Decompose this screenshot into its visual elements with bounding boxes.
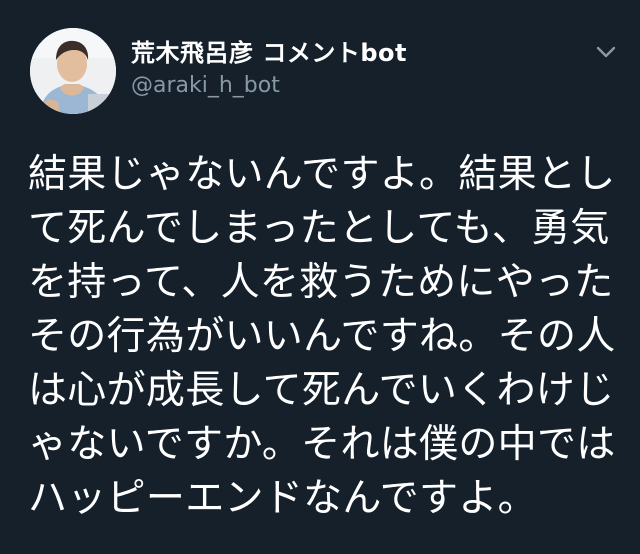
person-photo-icon [30, 28, 116, 114]
display-name[interactable]: 荒木飛呂彦 コメントbot [131, 38, 407, 68]
tweet-line: を持って、人を救うためにやった [28, 260, 614, 305]
chevron-down-icon[interactable] [592, 38, 620, 66]
avatar[interactable] [30, 28, 116, 114]
tweet-line: 結果じゃないんですよ。結果とし [28, 152, 616, 197]
user-handle[interactable]: @araki_h_bot [131, 72, 280, 100]
tweet-card: 荒木飛呂彦 コメントbot @araki_h_bot 結果じゃないんですよ。結果… [0, 0, 640, 554]
tweet-body: 結果じゃないんですよ。結果とし て死んでしまったとしても、勇気 を持って、人を救… [28, 148, 618, 526]
tweet-line: その行為がいいんですね。その人 [28, 314, 616, 359]
tweet-line: は心が成長して死んでいくわけじ [28, 368, 615, 413]
tweet-line: ハッピーエンドなんですよ。 [28, 476, 537, 521]
tweet-line: て死んでしまったとしても、勇気 [28, 206, 610, 251]
tweet-line: ゃないですか。それは僕の中では [28, 422, 616, 467]
